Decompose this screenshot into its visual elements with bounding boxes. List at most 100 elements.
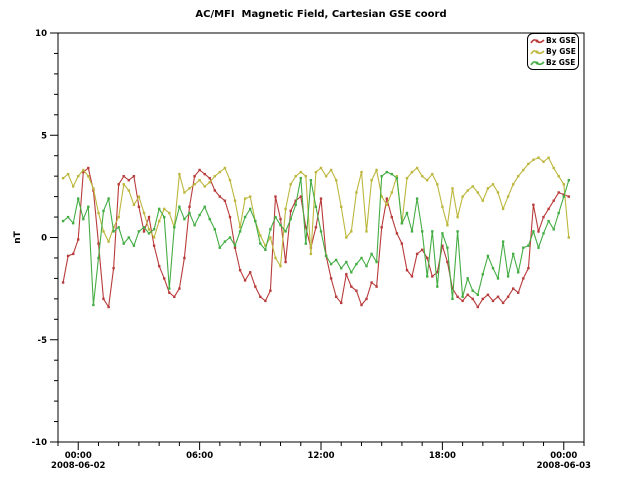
data-point-marker	[229, 216, 231, 218]
data-point-marker	[547, 208, 549, 210]
data-point-marker	[355, 290, 357, 292]
data-point-marker	[143, 230, 145, 232]
data-point-marker	[188, 187, 190, 189]
x-tick-label: 18:00	[429, 451, 456, 461]
x-date-label: 2008-06-03	[537, 461, 591, 471]
data-point-marker	[497, 277, 499, 279]
data-point-marker	[370, 253, 372, 255]
data-point-marker	[330, 277, 332, 279]
data-point-marker	[502, 302, 504, 304]
data-point-marker	[229, 179, 231, 181]
data-point-marker	[527, 267, 529, 269]
data-point-marker	[209, 218, 211, 220]
data-point-marker	[183, 218, 185, 220]
data-point-marker	[375, 261, 377, 263]
data-point-marker	[118, 183, 120, 185]
data-point-marker	[163, 216, 165, 218]
data-point-marker	[553, 228, 555, 230]
data-point-marker	[492, 267, 494, 269]
y-tick-label: -10	[32, 438, 47, 448]
legend-item-bx-gse: Bx GSE	[530, 35, 576, 46]
data-point-marker	[365, 265, 367, 267]
data-point-marker	[274, 195, 276, 197]
data-point-marker	[295, 204, 297, 206]
data-point-marker	[259, 296, 261, 298]
data-point-marker	[355, 263, 357, 265]
data-point-marker	[542, 216, 544, 218]
data-point-marker	[375, 285, 377, 287]
data-point-marker	[467, 294, 469, 296]
data-point-marker	[290, 218, 292, 220]
data-point-marker	[517, 271, 519, 273]
data-point-marker	[370, 281, 372, 283]
data-point-marker	[568, 195, 570, 197]
data-point-marker	[527, 245, 529, 247]
data-point-marker	[259, 242, 261, 244]
data-point-marker	[477, 306, 479, 308]
data-point-marker	[300, 171, 302, 173]
data-point-marker	[406, 269, 408, 271]
x-tick-label: 06:00	[186, 451, 213, 461]
data-point-marker	[133, 175, 135, 177]
data-point-marker	[558, 212, 560, 214]
data-point-marker	[345, 273, 347, 275]
data-point-marker	[335, 259, 337, 261]
data-point-marker	[436, 285, 438, 287]
data-point-marker	[375, 169, 377, 171]
data-point-marker	[507, 296, 509, 298]
data-point-marker	[87, 206, 89, 208]
data-point-marker	[426, 257, 428, 259]
data-point-marker	[467, 189, 469, 191]
data-point-marker	[128, 179, 130, 181]
legend-line-sample	[530, 47, 546, 57]
x-tick-label: 00:00	[65, 451, 92, 461]
data-point-marker	[148, 216, 150, 218]
data-point-marker	[249, 271, 251, 273]
data-point-marker	[310, 253, 312, 255]
data-point-marker	[396, 232, 398, 234]
data-point-marker	[507, 195, 509, 197]
data-point-marker	[123, 242, 125, 244]
data-point-marker	[209, 181, 211, 183]
data-point-marker	[386, 171, 388, 173]
data-point-marker	[386, 197, 388, 199]
data-point-marker	[537, 230, 539, 232]
data-point-marker	[360, 304, 362, 306]
data-point-marker	[198, 214, 200, 216]
data-point-marker	[102, 210, 104, 212]
data-point-marker	[517, 175, 519, 177]
data-point-marker	[431, 173, 433, 175]
data-point-marker	[487, 294, 489, 296]
data-point-marker	[87, 175, 89, 177]
data-point-marker	[553, 167, 555, 169]
data-point-marker	[492, 183, 494, 185]
data-point-marker	[553, 200, 555, 202]
data-point-marker	[138, 206, 140, 208]
data-point-marker	[310, 179, 312, 181]
legend-item-by-gse: By GSE	[530, 46, 576, 57]
data-point-marker	[406, 177, 408, 179]
data-point-marker	[279, 265, 281, 267]
data-point-marker	[472, 298, 474, 300]
data-point-marker	[138, 195, 140, 197]
data-point-marker	[345, 236, 347, 238]
data-point-marker	[487, 255, 489, 257]
data-point-marker	[350, 230, 352, 232]
data-point-marker	[67, 255, 69, 257]
data-point-marker	[224, 167, 226, 169]
data-point-marker	[401, 222, 403, 224]
data-point-marker	[416, 197, 418, 199]
data-point-marker	[547, 157, 549, 159]
data-point-marker	[239, 269, 241, 271]
data-point-marker	[244, 216, 246, 218]
data-point-marker	[325, 255, 327, 257]
data-point-marker	[188, 206, 190, 208]
data-point-marker	[123, 183, 125, 185]
data-point-marker	[193, 175, 195, 177]
data-point-marker	[315, 206, 317, 208]
data-point-marker	[355, 191, 357, 193]
y-tick-label: -5	[38, 336, 48, 346]
data-point-marker	[517, 292, 519, 294]
data-point-marker	[97, 212, 99, 214]
data-point-marker	[97, 242, 99, 244]
